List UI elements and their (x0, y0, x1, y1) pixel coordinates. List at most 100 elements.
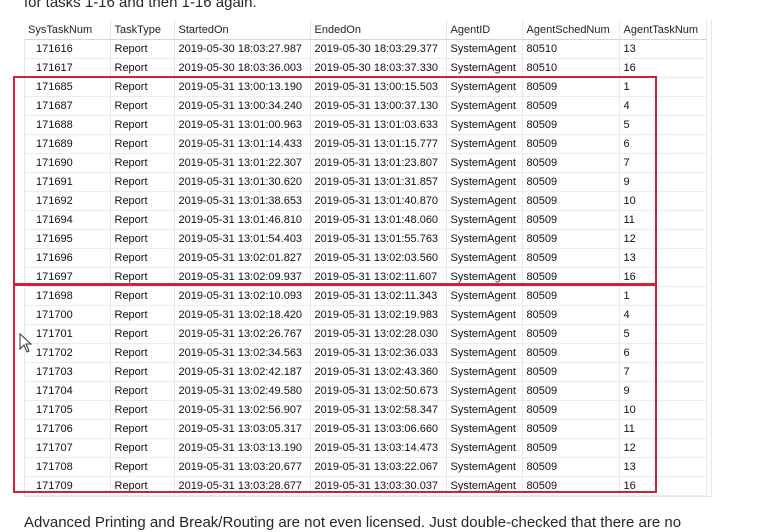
cell-agentschednum: 80510 (522, 39, 620, 59)
cell-agentid: SystemAgent (446, 96, 523, 116)
column-header-agentschednum[interactable]: AgentSchedNum (522, 20, 620, 40)
grid-body: 171616 Report 2019-05-30 18:03:27.987 2019-… (24, 39, 707, 496)
cell-agentid: SystemAgent (446, 476, 523, 496)
cell-tasktype: Report (110, 381, 175, 401)
table-row[interactable]: 171691 Report 2019-05-31 13:01:30.620 2019-… (24, 172, 707, 192)
cell-startedon: 2019-05-31 13:01:54.403 (174, 229, 311, 249)
cell-systasknum: 171705 (24, 400, 111, 420)
cell-agentschednum: 80509 (522, 172, 620, 192)
cell-endedon: 2019-05-31 13:02:58.347 (310, 400, 447, 420)
cell-agentid: SystemAgent (446, 210, 523, 230)
cell-endedon: 2019-05-30 18:03:29.377 (310, 39, 447, 59)
table-row[interactable]: 171708 Report 2019-05-31 13:03:20.677 2019-… (24, 457, 707, 477)
table-row[interactable]: 171705 Report 2019-05-31 13:02:56.907 2019-… (24, 400, 707, 420)
cell-systasknum: 171708 (24, 457, 111, 477)
cell-startedon: 2019-05-31 13:02:18.420 (174, 305, 311, 325)
cell-tasktype: Report (110, 172, 175, 192)
table-row[interactable]: 171692 Report 2019-05-31 13:01:38.653 2019-… (24, 191, 707, 211)
cell-endedon: 2019-05-31 13:02:28.030 (310, 324, 447, 344)
table-row[interactable]: 171687 Report 2019-05-31 13:00:34.240 2019-… (24, 96, 707, 116)
cell-startedon: 2019-05-31 13:02:42.187 (174, 362, 311, 382)
table-row[interactable]: 171689 Report 2019-05-31 13:01:14.433 2019-… (24, 134, 707, 154)
cell-agenttasknum: 11 (619, 419, 707, 439)
table-row[interactable]: 171700 Report 2019-05-31 13:02:18.420 2019-… (24, 305, 707, 325)
column-header-agentid[interactable]: AgentID (446, 20, 523, 40)
table-row[interactable]: 171685 Report 2019-05-31 13:00:13.190 2019-… (24, 77, 707, 97)
cell-systasknum: 171690 (24, 153, 111, 173)
table-row[interactable]: 171690 Report 2019-05-31 13:01:22.307 2019-… (24, 153, 707, 173)
table-row[interactable]: 171706 Report 2019-05-31 13:03:05.317 2019-… (24, 419, 707, 439)
cell-endedon: 2019-05-31 13:02:19.983 (310, 305, 447, 325)
cell-tasktype: Report (110, 438, 175, 458)
cell-agentschednum: 80510 (522, 58, 620, 78)
cell-agentid: SystemAgent (446, 343, 523, 363)
table-row[interactable]: 171704 Report 2019-05-31 13:02:49.580 2019-… (24, 381, 707, 401)
cell-agentschednum: 80509 (522, 438, 620, 458)
cell-startedon: 2019-05-31 13:01:14.433 (174, 134, 311, 154)
cell-agentid: SystemAgent (446, 400, 523, 420)
column-header-systasknum[interactable]: SysTaskNum (24, 20, 111, 40)
cell-tasktype: Report (110, 229, 175, 249)
cell-agentschednum: 80509 (522, 457, 620, 477)
cell-agentid: SystemAgent (446, 457, 523, 477)
mouse-pointer-icon (19, 333, 33, 353)
cell-agentschednum: 80509 (522, 286, 620, 306)
cell-systasknum: 171694 (24, 210, 111, 230)
cell-systasknum: 171616 (24, 39, 111, 59)
cell-agenttasknum: 16 (619, 476, 707, 496)
table-row[interactable]: 171703 Report 2019-05-31 13:02:42.187 2019-… (24, 362, 707, 382)
cell-agenttasknum: 10 (619, 400, 707, 420)
cell-agentschednum: 80509 (522, 134, 620, 154)
cell-tasktype: Report (110, 96, 175, 116)
cell-endedon: 2019-05-31 13:02:36.033 (310, 343, 447, 363)
column-header-agenttasknum[interactable]: AgentTaskNum (619, 20, 707, 40)
cell-agenttasknum: 13 (619, 457, 707, 477)
cell-systasknum: 171702 (24, 343, 111, 363)
cell-endedon: 2019-05-31 13:01:23.807 (310, 153, 447, 173)
cell-systasknum: 171689 (24, 134, 111, 154)
table-row[interactable]: 171697 Report 2019-05-31 13:02:09.937 2019-… (24, 267, 707, 287)
cell-agenttasknum: 10 (619, 191, 707, 211)
cell-agentschednum: 80509 (522, 115, 620, 135)
cell-tasktype: Report (110, 115, 175, 135)
table-row[interactable]: 171688 Report 2019-05-31 13:01:00.963 2019-… (24, 115, 707, 135)
cell-agenttasknum: 5 (619, 324, 707, 344)
table-row[interactable]: 171709 Report 2019-05-31 13:03:28.677 2019-… (24, 476, 707, 496)
cell-agenttasknum: 13 (619, 248, 707, 268)
table-row[interactable]: 171696 Report 2019-05-31 13:02:01.827 2019-… (24, 248, 707, 268)
cell-systasknum: 171687 (24, 96, 111, 116)
cell-agentid: SystemAgent (446, 305, 523, 325)
column-header-tasktype[interactable]: TaskType (110, 20, 175, 40)
cell-tasktype: Report (110, 39, 175, 59)
cell-agentschednum: 80509 (522, 419, 620, 439)
table-row[interactable]: 171702 Report 2019-05-31 13:02:34.563 2019-… (24, 343, 707, 363)
cell-startedon: 2019-05-31 13:00:13.190 (174, 77, 311, 97)
table-row[interactable]: 171707 Report 2019-05-31 13:03:13.190 2019-… (24, 438, 707, 458)
cell-agentschednum: 80509 (522, 324, 620, 344)
cell-agentid: SystemAgent (446, 324, 523, 344)
cell-endedon: 2019-05-31 13:03:22.067 (310, 457, 447, 477)
cell-systasknum: 171691 (24, 172, 111, 192)
table-row[interactable]: 171701 Report 2019-05-31 13:02:26.767 2019-… (24, 324, 707, 344)
table-row[interactable]: 171616 Report 2019-05-30 18:03:27.987 2019-… (24, 39, 707, 59)
column-header-startedon[interactable]: StartedOn (174, 20, 311, 40)
column-header-endedon[interactable]: EndedOn (310, 20, 447, 40)
table-row[interactable]: 171617 Report 2019-05-30 18:03:36.003 2019-… (24, 58, 707, 78)
cell-agentid: SystemAgent (446, 362, 523, 382)
cell-tasktype: Report (110, 210, 175, 230)
cell-agentschednum: 80509 (522, 96, 620, 116)
cell-agentid: SystemAgent (446, 191, 523, 211)
cell-startedon: 2019-05-31 13:02:10.093 (174, 286, 311, 306)
table-row[interactable]: 171694 Report 2019-05-31 13:01:46.810 2019-… (24, 210, 707, 230)
cell-endedon: 2019-05-31 13:01:03.633 (310, 115, 447, 135)
cell-tasktype: Report (110, 419, 175, 439)
cell-agenttasknum: 4 (619, 96, 707, 116)
cell-endedon: 2019-05-31 13:03:06.660 (310, 419, 447, 439)
table-row[interactable]: 171698 Report 2019-05-31 13:02:10.093 2019-… (24, 286, 707, 306)
cell-agentid: SystemAgent (446, 58, 523, 78)
cell-tasktype: Report (110, 457, 175, 477)
cell-startedon: 2019-05-31 13:01:30.620 (174, 172, 311, 192)
cell-startedon: 2019-05-30 18:03:27.987 (174, 39, 311, 59)
cell-startedon: 2019-05-31 13:02:26.767 (174, 324, 311, 344)
table-row[interactable]: 171695 Report 2019-05-31 13:01:54.403 2019-… (24, 229, 707, 249)
